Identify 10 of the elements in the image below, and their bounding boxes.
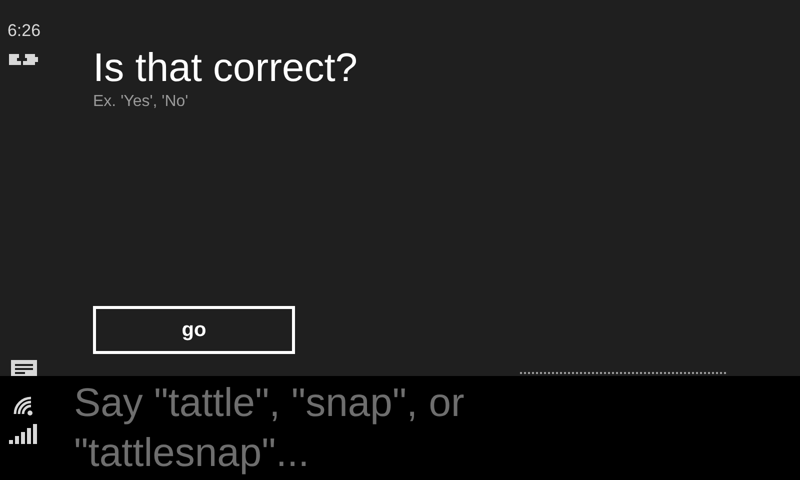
wifi-icon (13, 396, 35, 416)
speech-prompt-line: "tattlesnap"... (74, 430, 310, 477)
battery-charging-icon (8, 52, 40, 66)
progress-dots-icon (520, 369, 728, 375)
speech-prompt-line: Say "tattle", "snap", or (74, 380, 466, 427)
prompt-hint: Ex. 'Yes', 'No' (93, 92, 190, 112)
signal-strength-icon (9, 424, 39, 444)
clock-time: 6:26 (7, 20, 41, 42)
prompt-title: Is that correct? (93, 45, 359, 92)
go-button[interactable]: go (93, 306, 295, 354)
